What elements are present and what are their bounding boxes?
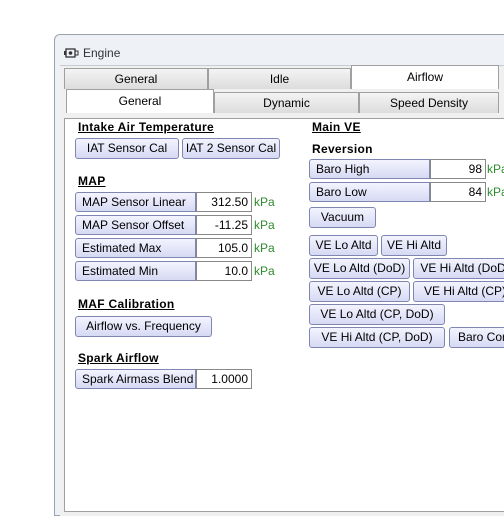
map-sensor-offset-value[interactable]: -11.25 [196,215,252,235]
ve-hi-altd-cp-button[interactable]: VE Hi Altd (CP) [413,281,504,302]
estimated-min-unit: kPa [254,264,275,278]
vacuum-button[interactable]: Vacuum [309,207,376,228]
subtab-speed-density[interactable]: Speed Density [359,92,499,113]
ve-hi-altd-cp-dod-button[interactable]: VE Hi Altd (CP, DoD) [309,327,445,348]
ve-hi-altd-dod-button[interactable]: VE Hi Altd (DoD) [413,258,504,279]
map-header: MAP [78,174,106,188]
iat2-sensor-cal-button[interactable]: IAT 2 Sensor Cal [182,138,280,159]
ve-lo-altd-cp-button[interactable]: VE Lo Altd (CP) [309,281,410,302]
map-sensor-linear-value[interactable]: 312.50 [196,192,252,212]
tab-general[interactable]: General [64,68,208,89]
maf-header: MAF Calibration [78,297,175,311]
spark-airmass-blend-value[interactable]: 1.0000 [196,369,252,389]
subtab-general[interactable]: General [66,89,214,113]
map-sensor-linear-unit: kPa [254,195,275,209]
estimated-max-label: Estimated Max [75,238,196,258]
tab-idle[interactable]: Idle [208,68,351,89]
spark-airflow-header: Spark Airflow [78,351,159,365]
map-sensor-linear-label: MAP Sensor Linear [75,192,196,212]
title-bar[interactable]: Engine [63,43,503,63]
reversion-header: Reversion [312,142,373,156]
ve-lo-altd-cp-dod-button[interactable]: VE Lo Altd (CP, DoD) [309,304,445,325]
baro-high-label: Baro High [309,159,430,179]
baro-low-label: Baro Low [309,182,430,202]
estimated-max-unit: kPa [254,241,275,255]
engine-window: Engine General Idle Airflow General Dyna… [54,34,504,516]
map-sensor-offset-unit: kPa [254,218,275,232]
airflow-vs-frequency-button[interactable]: Airflow vs. Frequency [75,316,212,337]
ve-lo-altd-button[interactable]: VE Lo Altd [309,235,378,256]
baro-high-unit: kPa [487,162,504,176]
subtab-dynamic[interactable]: Dynamic [214,92,359,113]
baro-low-value[interactable]: 84 [430,182,486,202]
main-ve-header: Main VE [312,120,361,134]
iat-sensor-cal-button[interactable]: IAT Sensor Cal [75,138,179,159]
airflow-general-panel: Intake Air Temperature IAT Sensor Cal IA… [64,118,504,512]
client-area: General Idle Airflow General Dynamic Spe… [60,65,504,516]
map-sensor-offset-label: MAP Sensor Offset [75,215,196,235]
spark-airmass-blend-label: Spark Airmass Blend [75,369,196,389]
estimated-min-label: Estimated Min [75,261,196,281]
baro-corr-button[interactable]: Baro Corr [449,327,504,348]
baro-high-value[interactable]: 98 [430,159,486,179]
estimated-min-value[interactable]: 10.0 [196,261,252,281]
engine-icon [64,48,79,58]
ve-hi-altd-button[interactable]: VE Hi Altd [381,235,447,256]
iat-header: Intake Air Temperature [78,120,214,134]
estimated-max-value[interactable]: 105.0 [196,238,252,258]
window-title: Engine [83,46,121,60]
baro-low-unit: kPa [487,185,504,199]
ve-lo-altd-dod-button[interactable]: VE Lo Altd (DoD) [309,258,410,279]
tab-airflow[interactable]: Airflow [351,65,499,89]
